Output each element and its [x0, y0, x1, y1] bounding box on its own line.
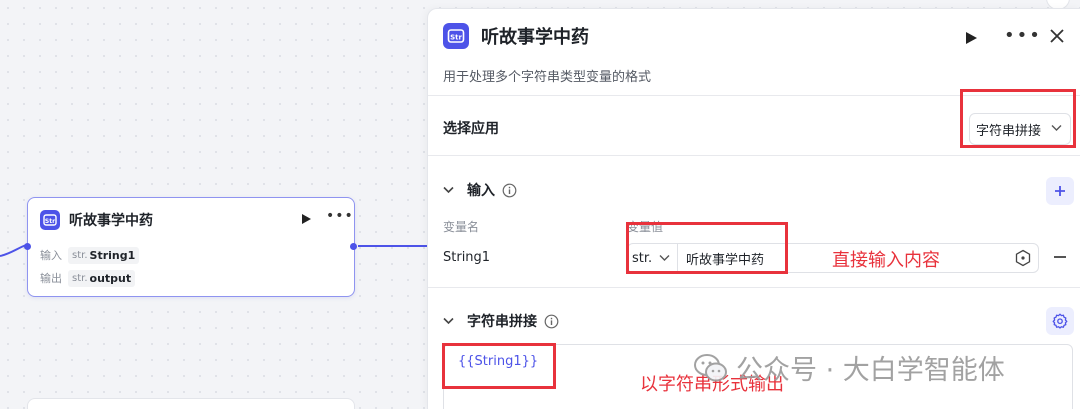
annotation-box-select	[960, 89, 1076, 148]
next-node[interactable]	[27, 398, 355, 409]
output-type: str.	[72, 272, 88, 284]
concat-section-title: 字符串拼接	[467, 314, 537, 330]
panel-header: Str 听故事学中药	[443, 23, 589, 49]
wechat-icon	[694, 353, 727, 381]
chevron-down-icon[interactable]	[443, 186, 454, 194]
input-type: str.	[72, 249, 88, 261]
add-variable-button[interactable]	[1046, 177, 1074, 205]
close-icon[interactable]	[1049, 28, 1065, 44]
input-name: String1	[89, 248, 136, 262]
outgoing-edge	[358, 245, 428, 247]
play-icon[interactable]	[965, 31, 978, 45]
concat-settings-button[interactable]	[1046, 307, 1074, 335]
annotation-direct-input: 直接输入内容	[832, 250, 940, 271]
more-icon[interactable]: •••	[1004, 25, 1042, 46]
output-chip: str. output	[68, 269, 136, 287]
svg-text:Str: Str	[450, 33, 462, 41]
workflow-node[interactable]: Str 听故事学中药 ••• 输入 str. String1 输出 str. out…	[24, 197, 357, 297]
text-processing-icon: Str	[40, 210, 60, 230]
node-header: Str 听故事学中药	[40, 209, 153, 231]
chevron-down-icon[interactable]	[443, 317, 454, 325]
annotation-box-template	[442, 343, 556, 389]
gear-icon	[1052, 313, 1068, 329]
node-title: 听故事学中药	[69, 213, 153, 229]
watermark-text: 公众号 · 大白学智能体	[736, 355, 1005, 386]
column-header-name: 变量名	[443, 220, 480, 234]
output-label: 输出	[40, 272, 62, 285]
divider	[428, 287, 1080, 288]
expression-icon[interactable]	[1014, 249, 1032, 267]
annotation-box-input	[626, 222, 788, 274]
panel-title: 听故事学中药	[481, 27, 589, 48]
input-chip: str. String1	[68, 246, 140, 264]
node-output-row: 输出 str. output	[40, 269, 136, 287]
output-name: output	[89, 271, 132, 285]
select-app-label: 选择应用	[443, 121, 499, 137]
input-section-header[interactable]: 输入	[443, 180, 517, 200]
more-icon[interactable]: •••	[326, 208, 354, 224]
input-label: 输入	[40, 249, 62, 262]
output-port[interactable]	[350, 243, 357, 250]
info-icon[interactable]	[544, 314, 559, 329]
input-section-title: 输入	[467, 183, 495, 199]
info-icon[interactable]	[502, 183, 517, 198]
text-processing-icon: Str	[443, 23, 469, 49]
concat-section-header[interactable]: 字符串拼接	[443, 311, 559, 331]
node-input-row: 输入 str. String1	[40, 246, 140, 264]
svg-text:Str: Str	[45, 218, 55, 225]
watermark: 公众号 · 大白学智能体	[694, 348, 1005, 387]
plus-icon	[1055, 186, 1065, 196]
play-icon[interactable]	[301, 213, 312, 225]
variable-name: String1	[443, 250, 491, 265]
incoming-edge	[0, 244, 27, 257]
panel-description: 用于处理多个字符串类型变量的格式	[443, 70, 652, 85]
divider	[428, 155, 1080, 156]
input-port[interactable]	[24, 243, 31, 250]
minus-icon[interactable]	[1054, 256, 1066, 258]
